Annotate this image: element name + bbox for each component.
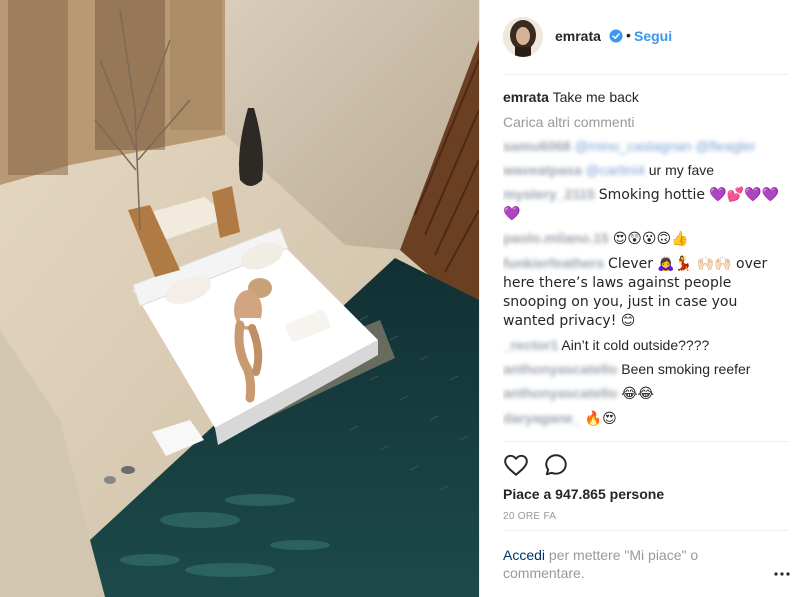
divider [503,530,788,531]
comment-item: anthonyascatello 😂😂 [503,384,785,403]
comment-bubble-icon[interactable] [543,452,569,478]
comment-username[interactable]: _rector1 [503,337,558,353]
caption-text: Take me back [552,89,639,105]
comment-item: mystery_2115 Smoking hottie 💜💕💜💜💜 [503,185,785,223]
post-photo[interactable] [0,0,479,597]
comment-item: daryagane_ 🔥😍 [503,409,785,428]
comment-text: Ain’t it cold outside???? [561,337,710,353]
more-options-icon[interactable] [773,565,791,576]
load-more-comments-link[interactable]: Carica altri commenti [503,113,785,131]
comment-username[interactable]: samu6068 [503,138,571,154]
comment-text: 🔥😍 [584,411,617,427]
comment-username[interactable]: anthonyascatello [503,361,617,377]
caption-username[interactable]: emrata [503,89,549,105]
instagram-post: emrata • Segui emrata Take me back Caric… [0,0,800,597]
post-timestamp[interactable]: 20 ORE FA [503,511,556,522]
caption: emrata Take me back [503,88,785,106]
comment-text: 😍😲😮🙃👍 [612,231,689,247]
poolside-photo [0,0,479,597]
divider [503,441,788,442]
likes-count[interactable]: Piace a 947.865 persone [503,486,664,502]
comment-item: _rector1 Ain’t it cold outside???? [503,336,785,354]
avatar[interactable] [503,17,543,57]
comment-item: paolo.milano.15 😍😲😮🙃👍 [503,229,785,248]
comment-username[interactable]: anthonyascatello [503,385,617,401]
comments-list: emrata Take me back Carica altri comment… [503,88,785,440]
username-link[interactable]: emrata [555,28,601,44]
comment-item: samu6068 @mino_castagnan @fleagler [503,137,785,155]
comment-username[interactable]: paolo.milano.15 [503,230,609,246]
follow-button[interactable]: Segui [634,28,672,44]
comment-username[interactable]: daryagane_ [503,410,581,426]
comment-mention[interactable]: @cartini4 [586,162,645,178]
verified-badge-icon [609,29,623,43]
post-side-panel: emrata • Segui emrata Take me back Caric… [479,0,800,597]
login-prompt: Accedi per mettere "Mi piace" o commenta… [503,546,733,582]
divider [503,74,788,75]
comment-text: Been smoking reefer [621,361,751,377]
login-link[interactable]: Accedi [503,547,545,563]
comment-text: @mino_castagnan @fleagler [574,138,756,154]
separator-dot: • [626,27,631,43]
comment-username[interactable]: waveatpasa [503,162,582,178]
comment-item: anthonyascatello Been smoking reefer [503,360,785,378]
comment-item: waveatpasa @cartini4 ur my fave [503,161,785,179]
comment-username[interactable]: mystery_2115 [503,186,595,202]
post-header: emrata • Segui [480,0,800,74]
comment-username[interactable]: funkierfeathers [503,255,604,271]
comment-item: funkierfeathers Clever 🙇‍♀️💃 🙌🏻🙌🏻 over h… [503,254,785,330]
comment-text: 😂😂 [621,386,654,402]
comment-text: ur my fave [648,162,715,178]
heart-icon[interactable] [503,452,529,478]
